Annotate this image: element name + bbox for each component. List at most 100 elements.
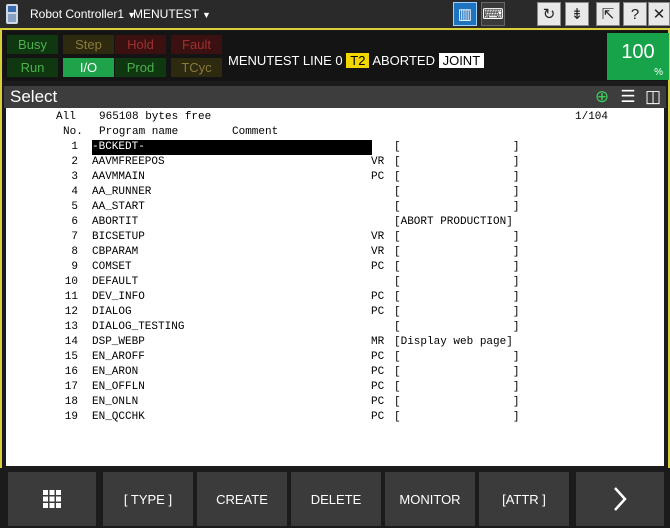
program-type: VR [371, 246, 385, 258]
row-number: 15 [64, 351, 78, 363]
program-comment: [ ] [394, 276, 520, 288]
tree-button[interactable]: ⇟ [565, 2, 589, 26]
program-type: PC [371, 306, 385, 318]
program-name: EN_ONLN [92, 396, 139, 408]
attr-button[interactable]: [ATTR ] [479, 472, 569, 526]
column-header-comment: Comment [232, 126, 279, 138]
program-comment: [ ] [394, 231, 520, 243]
keyboard-icon: ⌨ [482, 6, 504, 23]
program-comment: [ ] [394, 171, 520, 183]
program-comment: [ ] [394, 186, 520, 198]
program-name: EN_OFFLN [92, 381, 145, 393]
help-icon: ? [630, 5, 640, 23]
tree-icon: ⇟ [570, 6, 584, 23]
program-menu[interactable]: MENUTEST ▼ [133, 7, 211, 21]
split-view-icon[interactable]: ◫ [643, 87, 663, 107]
program-name: DEV_INFO [92, 291, 145, 303]
program-comment: [ ] [394, 411, 520, 423]
row-number: 10 [64, 276, 78, 288]
program-name: AA_START [92, 201, 145, 213]
status-state: ABORTED [372, 53, 435, 68]
create-button[interactable]: CREATE [197, 472, 287, 526]
row-number: 18 [64, 396, 78, 408]
program-name: ABORTIT [92, 216, 139, 228]
row-number: 13 [64, 321, 78, 333]
close-button[interactable]: ✕ [648, 2, 670, 26]
chevron-down-icon: ▼ [202, 10, 211, 20]
row-number: 11 [64, 291, 78, 303]
monitor-button[interactable]: MONITOR [385, 472, 475, 526]
program-comment: [ ] [394, 291, 520, 303]
status-led-tcyc: TCyc [171, 58, 222, 77]
type-button[interactable]: [ TYPE ] [103, 472, 193, 526]
program-comment: [ ] [394, 396, 520, 408]
program-type: PC [371, 171, 385, 183]
title-bar: Robot Controller1 ▼ MENUTEST ▼ ▥ ⌨ ↻ ⇟ ⇱ ?… [0, 0, 670, 28]
program-name: AAVMFREEPOS [92, 156, 165, 168]
delete-button[interactable]: DELETE [291, 472, 381, 526]
override-unit: % [654, 67, 663, 78]
program-comment: [ ] [394, 156, 520, 168]
program-name: DIALOG [92, 306, 132, 318]
program-comment: [ ] [394, 261, 520, 273]
program-name: COMSET [92, 261, 132, 273]
program-comment: [ ] [394, 381, 520, 393]
program-type: PC [371, 396, 385, 408]
function-menu-button[interactable] [8, 472, 96, 526]
controller-menu[interactable]: Robot Controller1 ▼ [30, 7, 136, 21]
chevron-right-icon [614, 487, 627, 511]
program-type: PC [371, 366, 385, 378]
program-type: VR [371, 156, 385, 168]
program-status: MENUTEST LINE 0 T2 ABORTED JOINT [228, 53, 485, 68]
row-number: 19 [64, 411, 78, 423]
close-icon: ✕ [652, 6, 666, 23]
export-button[interactable]: ⇱ [596, 2, 620, 26]
program-name: -BCKEDT- [92, 140, 372, 155]
status-led-busy: Busy [7, 35, 58, 54]
program-comment: [Display web page] [394, 336, 513, 348]
page-indicator: 1/104 [575, 111, 609, 123]
pendant-view-button[interactable]: ▥ [453, 2, 477, 26]
row-number: 8 [71, 246, 78, 258]
help-button[interactable]: ? [623, 2, 647, 26]
softkey-bar: [ TYPE ] CREATE DELETE MONITOR [ATTR ] [0, 468, 670, 528]
program-type: PC [371, 291, 385, 303]
status-led-hold: Hold [115, 35, 166, 54]
status-led-run: Run [7, 58, 58, 77]
status-strip: Busy Step Hold Fault Run I/O Prod TCyc MENUTEST… [3, 31, 669, 81]
program-name: DIALOG_TESTING [92, 321, 185, 333]
override-display[interactable]: 100 % [607, 33, 669, 80]
column-header-name: Program name [99, 126, 179, 138]
menu-icon[interactable]: ☰ [618, 87, 638, 107]
row-number: 3 [71, 171, 78, 183]
program-name: DEFAULT [92, 276, 139, 288]
zoom-in-icon[interactable]: ⊕ [592, 87, 612, 107]
program-comment: [ ] [394, 366, 520, 378]
refresh-icon: ↻ [542, 6, 556, 23]
pendant-icon: ▥ [457, 6, 473, 23]
next-page-button[interactable] [576, 472, 664, 526]
program-name: CBPARAM [92, 246, 139, 258]
row-number: 7 [71, 231, 78, 243]
status-program: MENUTEST [228, 53, 300, 68]
program-type: MR [371, 336, 385, 348]
screen-header: Select ⊕ ☰ ◫ [4, 86, 666, 108]
status-led-prod: Prod [115, 58, 166, 77]
controller-menu-label: Robot Controller1 [30, 7, 125, 21]
program-name: EN_AROFF [92, 351, 145, 363]
keyboard-button[interactable]: ⌨ [481, 2, 505, 26]
row-number: 12 [64, 306, 78, 318]
export-icon: ⇱ [601, 6, 615, 23]
program-name: DSP_WEBP [92, 336, 145, 348]
status-led-fault: Fault [171, 35, 222, 54]
program-name: EN_QCCHK [92, 411, 145, 423]
memory-free: 965108 bytes free [99, 111, 212, 123]
row-number: 16 [64, 366, 78, 378]
status-line: LINE 0 [302, 53, 343, 68]
teach-pendant-icon [6, 4, 18, 24]
row-number: 6 [71, 216, 78, 228]
program-name: AAVMMAIN [92, 171, 145, 183]
program-comment: [ ] [394, 321, 520, 333]
program-comment: [ ] [394, 306, 520, 318]
refresh-button[interactable]: ↻ [537, 2, 561, 26]
